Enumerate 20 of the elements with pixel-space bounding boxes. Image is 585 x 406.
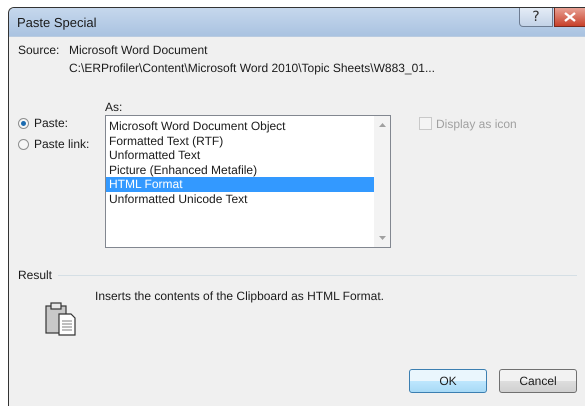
result-label: Result <box>18 268 52 282</box>
list-item[interactable]: Formatted Text (RTF) <box>106 134 374 148</box>
radio-option[interactable]: Paste link: <box>18 137 105 151</box>
checkbox-label: Display as icon <box>436 117 517 131</box>
list-item[interactable]: Microsoft Word Document Object <box>106 119 374 134</box>
radio-label: Paste link: <box>34 137 90 151</box>
list-item[interactable]: Unformatted Unicode Text <box>106 192 374 206</box>
source-text: C:\ERProfiler\Content\Microsoft Word 2010\Topic Sheets\W883_01... <box>69 61 435 75</box>
window-title: Paste Special <box>17 14 96 30</box>
radio-option[interactable]: Paste: <box>18 116 105 130</box>
ok-button[interactable]: OK <box>409 369 487 393</box>
help-button[interactable]: ? <box>519 8 553 27</box>
list-item[interactable]: Picture (Enhanced Metafile) <box>106 162 374 177</box>
result-description: Inserts the contents of the Clipboard as HTML Format. <box>95 289 384 305</box>
radio-label: Paste: <box>34 116 68 130</box>
as-label: As: <box>105 100 124 114</box>
source-text: Microsoft Word Document <box>69 43 208 57</box>
list-item[interactable]: Unformatted Text <box>106 148 374 162</box>
source-label: Source: <box>18 43 60 59</box>
cancel-button[interactable]: Cancel <box>499 369 577 393</box>
